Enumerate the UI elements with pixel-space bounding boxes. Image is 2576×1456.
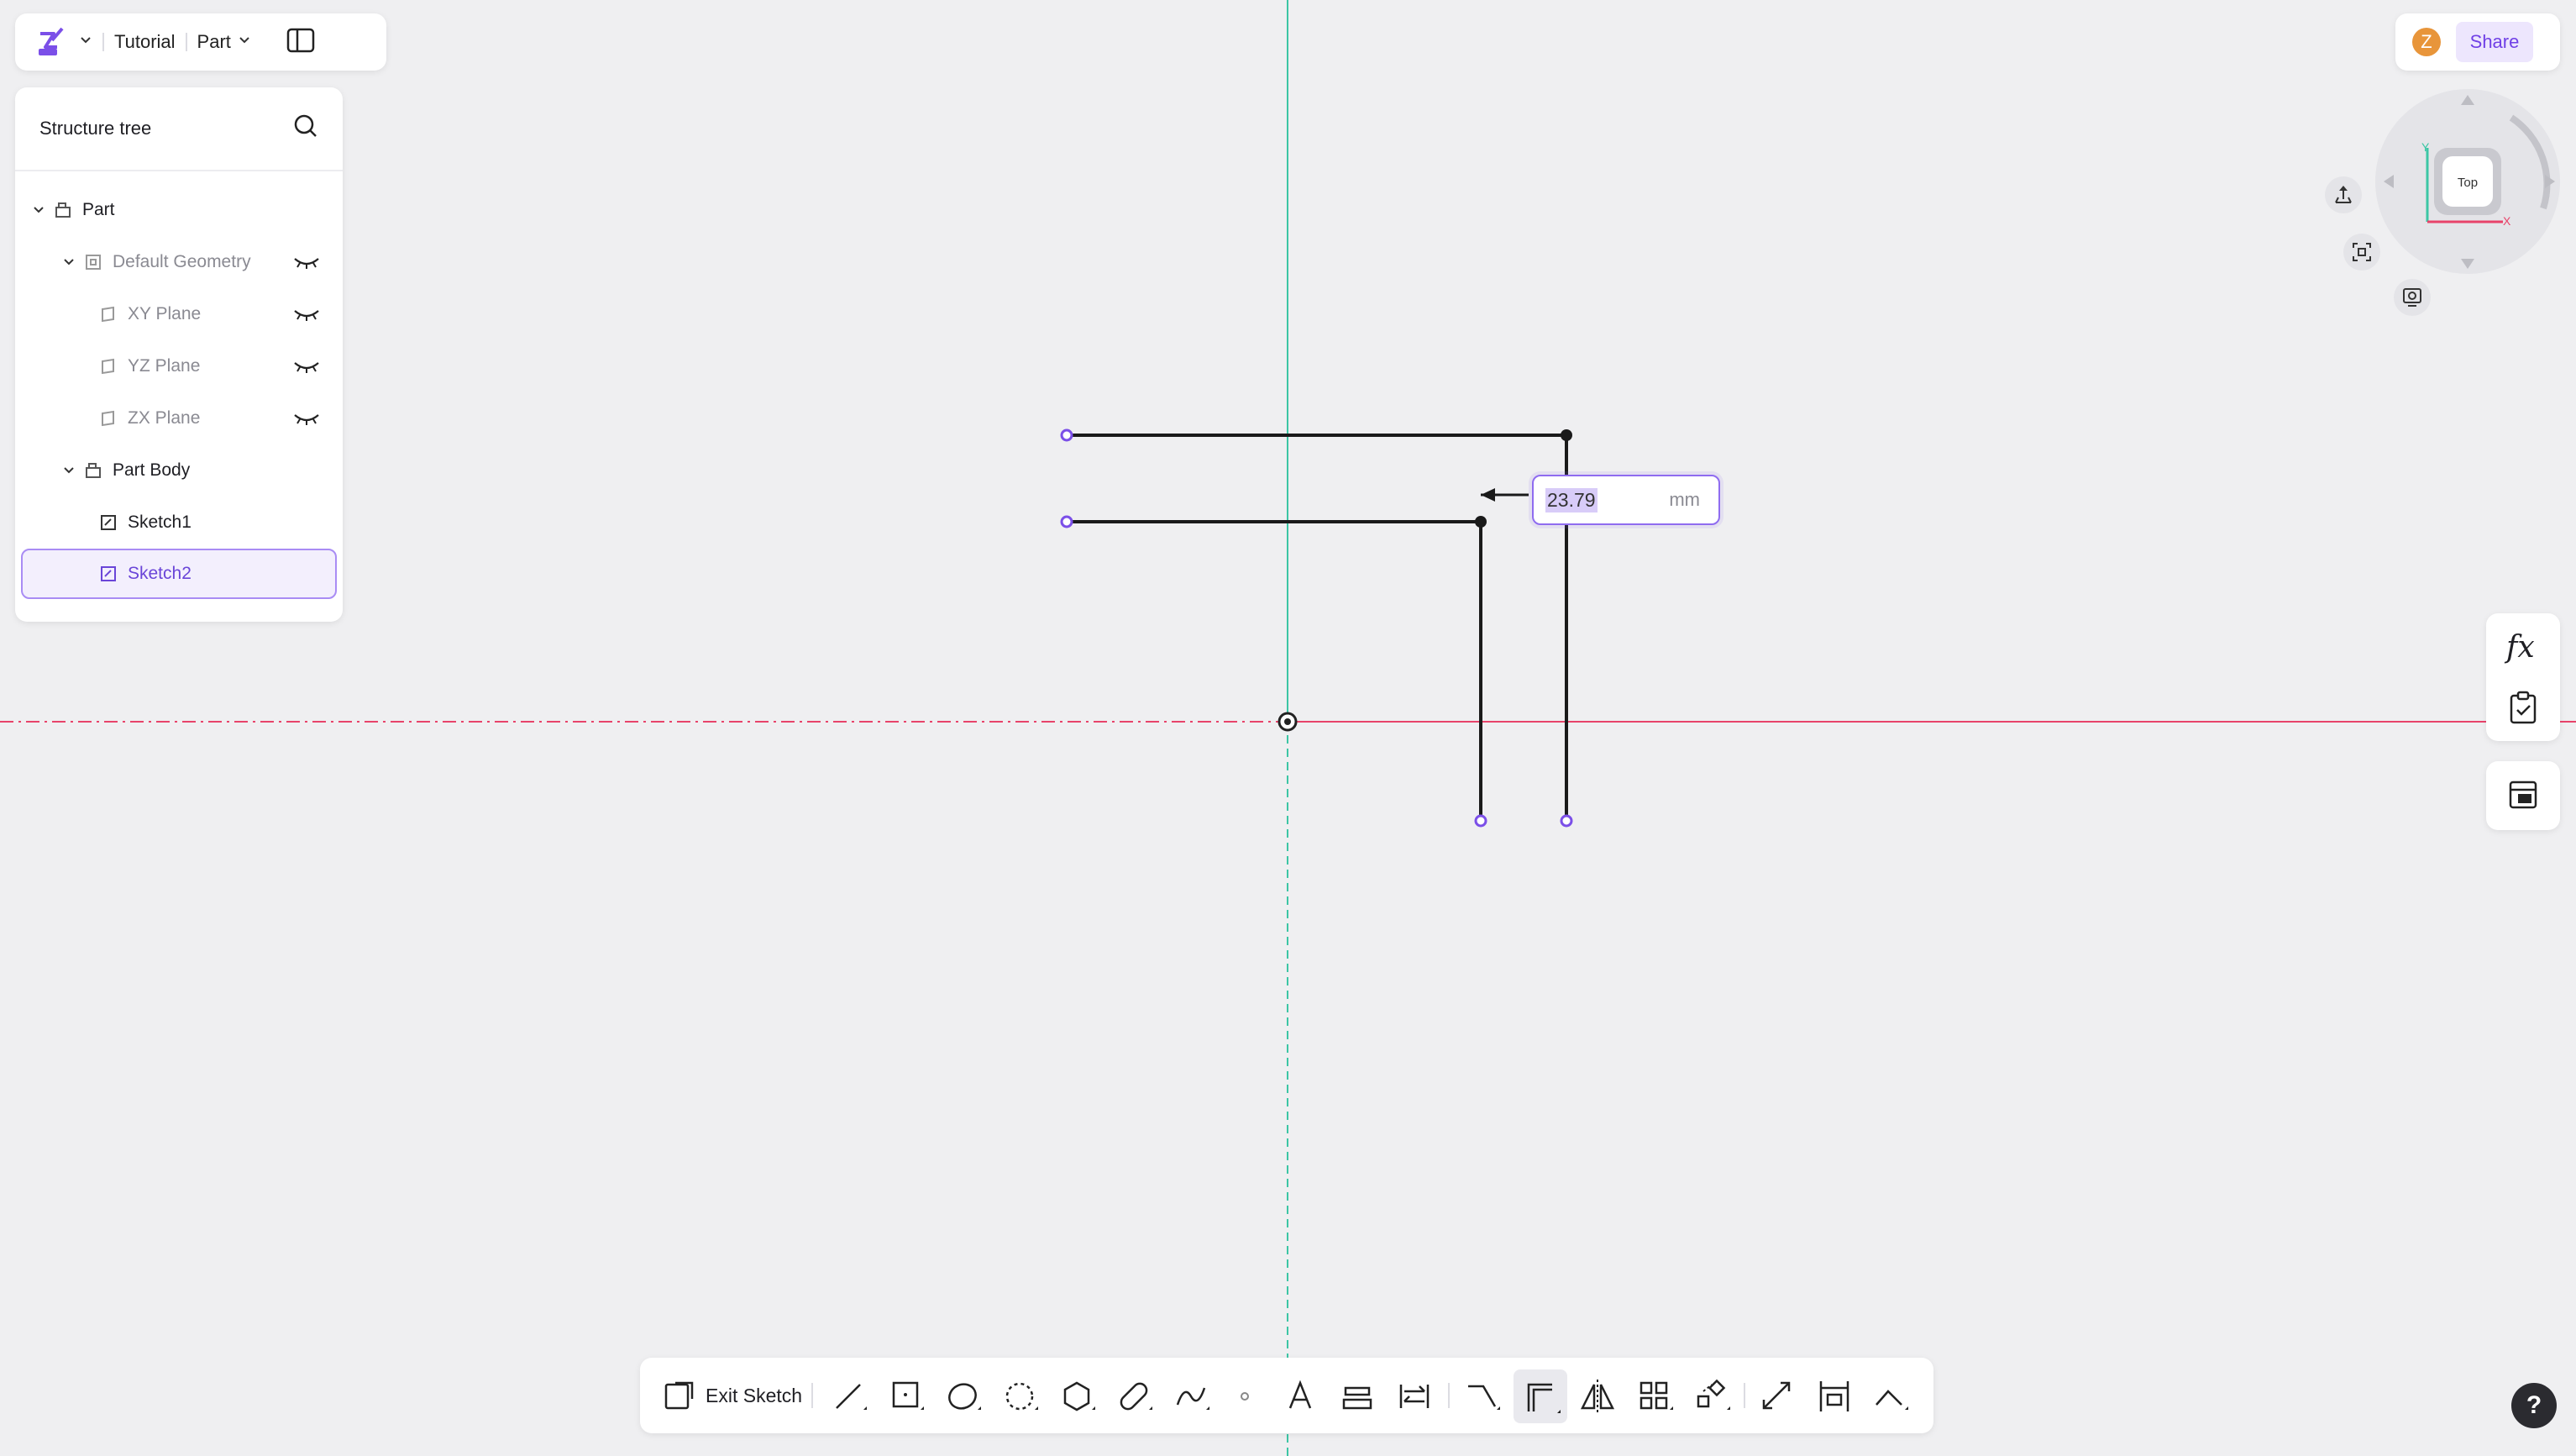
tree-item-label: ZX Plane [128, 408, 201, 428]
dimension-value[interactable]: 23.79 [1545, 487, 1598, 512]
axis-x-label: X [2503, 214, 2511, 228]
help-button[interactable]: ? [2511, 1383, 2557, 1428]
divider [185, 33, 187, 51]
sketch-icon [101, 515, 116, 530]
line-tool-icon[interactable] [830, 1376, 870, 1417]
exit-sketch-button[interactable]: Exit Sketch [664, 1380, 802, 1411]
endpoint [1060, 515, 1073, 528]
transform-tool-icon[interactable] [1693, 1376, 1734, 1417]
structure-tree-panel: Structure tree Part Default Geometry XY … [15, 87, 343, 622]
pattern-tool-icon[interactable] [1636, 1376, 1676, 1417]
tree-item-label: XY Plane [128, 304, 202, 323]
tree-item-default-geometry[interactable]: Default Geometry [60, 237, 343, 287]
tree-item-label: Sketch2 [128, 564, 191, 583]
spline-tool-icon[interactable] [1173, 1376, 1213, 1417]
plane-icon [102, 410, 114, 427]
tree-item-yz-plane[interactable]: YZ Plane [99, 341, 343, 392]
tree-item-part-body[interactable]: Part Body [60, 445, 190, 496]
circle-tool-icon[interactable] [944, 1376, 984, 1417]
tree-item-label: YZ Plane [128, 356, 201, 376]
chevron-down-icon[interactable] [238, 34, 251, 50]
view-cube[interactable]: Y X Top [2369, 82, 2570, 284]
divider [102, 33, 104, 51]
cube-face-label: Top [2458, 176, 2478, 190]
tree-item-xy-plane[interactable]: XY Plane [99, 289, 343, 339]
slot-tool-icon[interactable] [1115, 1376, 1156, 1417]
tree-item-sketch1[interactable]: Sketch1 [99, 497, 191, 548]
tree-item-sketch2[interactable]: Sketch2 [21, 549, 337, 599]
side-tools-2 [2486, 761, 2560, 830]
angle-tool-icon[interactable] [1871, 1376, 1912, 1417]
display-mode-icon[interactable] [2394, 279, 2431, 316]
divider [811, 1383, 813, 1408]
corner-point [1561, 429, 1572, 441]
hidden-eye-icon[interactable] [292, 306, 321, 323]
formula-icon[interactable]: fx [2506, 630, 2535, 665]
share-button[interactable]: Share [2456, 22, 2533, 62]
chevron-down-icon[interactable] [30, 202, 47, 218]
endpoint [1060, 428, 1073, 442]
part-icon [55, 202, 71, 218]
tree-item-part[interactable]: Part [30, 185, 115, 235]
sketch-canvas[interactable] [0, 0, 2576, 1456]
corner-point [1475, 516, 1487, 528]
search-icon[interactable] [292, 113, 319, 145]
sketch-icon [101, 566, 116, 581]
arc-tool-icon[interactable] [1001, 1376, 1041, 1417]
tree-item-label: Part Body [113, 460, 191, 480]
tree-item-label: Sketch1 [128, 512, 191, 532]
app-logo-icon[interactable] [34, 22, 74, 62]
tree-item-zx-plane[interactable]: ZX Plane [99, 393, 343, 444]
divider [1448, 1383, 1450, 1408]
hidden-eye-icon[interactable] [292, 410, 321, 427]
tree-item-label: Part [82, 200, 115, 219]
endpoint [1560, 814, 1573, 828]
app-topbar: Tutorial Part [15, 13, 386, 71]
avatar[interactable]: Z [2412, 28, 2441, 56]
exit-sketch-label: Exit Sketch [706, 1384, 803, 1406]
divider [1744, 1383, 1745, 1408]
checklist-icon[interactable] [2508, 691, 2538, 728]
text-tool-icon[interactable] [1280, 1376, 1320, 1417]
tree-item-label: Default Geometry [113, 252, 251, 271]
rectangle-tool-icon[interactable] [887, 1376, 927, 1417]
axis-y-label: Y [2421, 140, 2430, 154]
trim-tool-icon[interactable] [1463, 1376, 1503, 1417]
table-icon[interactable] [2508, 780, 2538, 814]
dimension-arrow [1481, 488, 1495, 502]
mode-select[interactable]: Part [197, 31, 231, 53]
mirror-tool-icon[interactable] [1577, 1376, 1618, 1417]
share-bar: Z Share [2395, 13, 2560, 71]
convert-tool-icon[interactable] [1394, 1376, 1435, 1417]
side-tools: fx [2486, 613, 2560, 741]
fit-view-icon[interactable] [2343, 234, 2380, 271]
constraint-tool-icon[interactable] [1814, 1376, 1855, 1417]
exit-sketch-icon [664, 1381, 694, 1410]
plane-icon [102, 358, 114, 375]
part-body-icon [86, 463, 101, 478]
dimension-tool-icon[interactable] [1757, 1376, 1797, 1417]
dimension-unit: mm [1669, 489, 1700, 510]
project-name[interactable]: Tutorial [114, 31, 176, 53]
chevron-down-icon[interactable] [79, 34, 92, 50]
chevron-down-icon[interactable] [60, 462, 77, 479]
chevron-down-icon[interactable] [60, 254, 77, 271]
project-tool-icon[interactable] [1337, 1376, 1377, 1417]
geometry-folder-icon [86, 255, 101, 270]
plane-icon [102, 306, 114, 323]
sketch-toolbar: Exit Sketch [640, 1358, 1933, 1433]
toggle-panel-icon[interactable] [286, 28, 315, 57]
panel-title: Structure tree [39, 118, 152, 139]
dimension-input[interactable]: 23.79 mm [1532, 475, 1720, 525]
point-tool-icon[interactable] [1225, 1376, 1265, 1417]
hidden-eye-icon[interactable] [292, 358, 321, 375]
offset-tool-icon[interactable] [1514, 1369, 1567, 1423]
hidden-eye-icon[interactable] [292, 254, 321, 271]
home-view-icon[interactable] [2325, 176, 2362, 213]
endpoint [1474, 814, 1487, 828]
polygon-tool-icon[interactable] [1058, 1376, 1099, 1417]
